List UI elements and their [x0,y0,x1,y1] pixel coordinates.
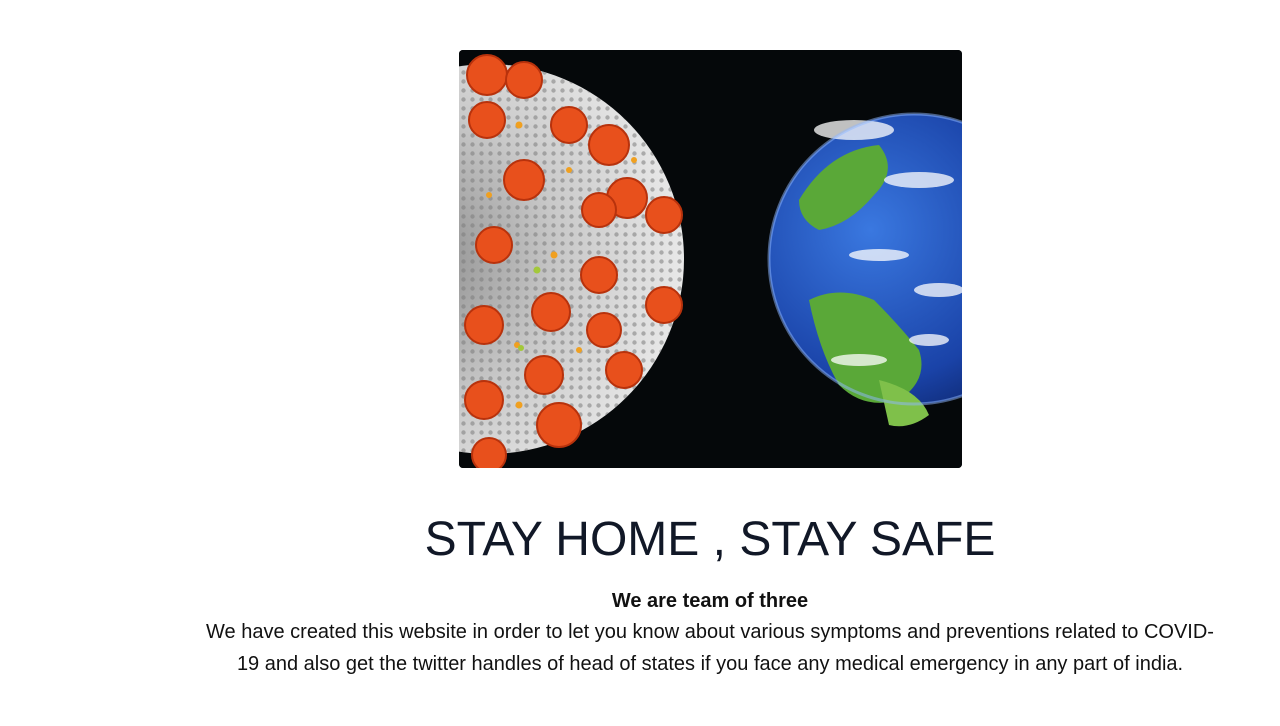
page-title: STAY HOME , STAY SAFE [424,513,996,566]
page: STAY HOME , STAY SAFE We are team of thr… [0,0,1280,726]
about-subheading: We are team of three [611,590,809,612]
virus-and-earth-image [459,50,962,468]
about-section: We are team of three We have created thi… [200,586,1220,680]
about-description: We have created this website in order to… [206,621,1214,675]
hero-image [459,50,962,468]
